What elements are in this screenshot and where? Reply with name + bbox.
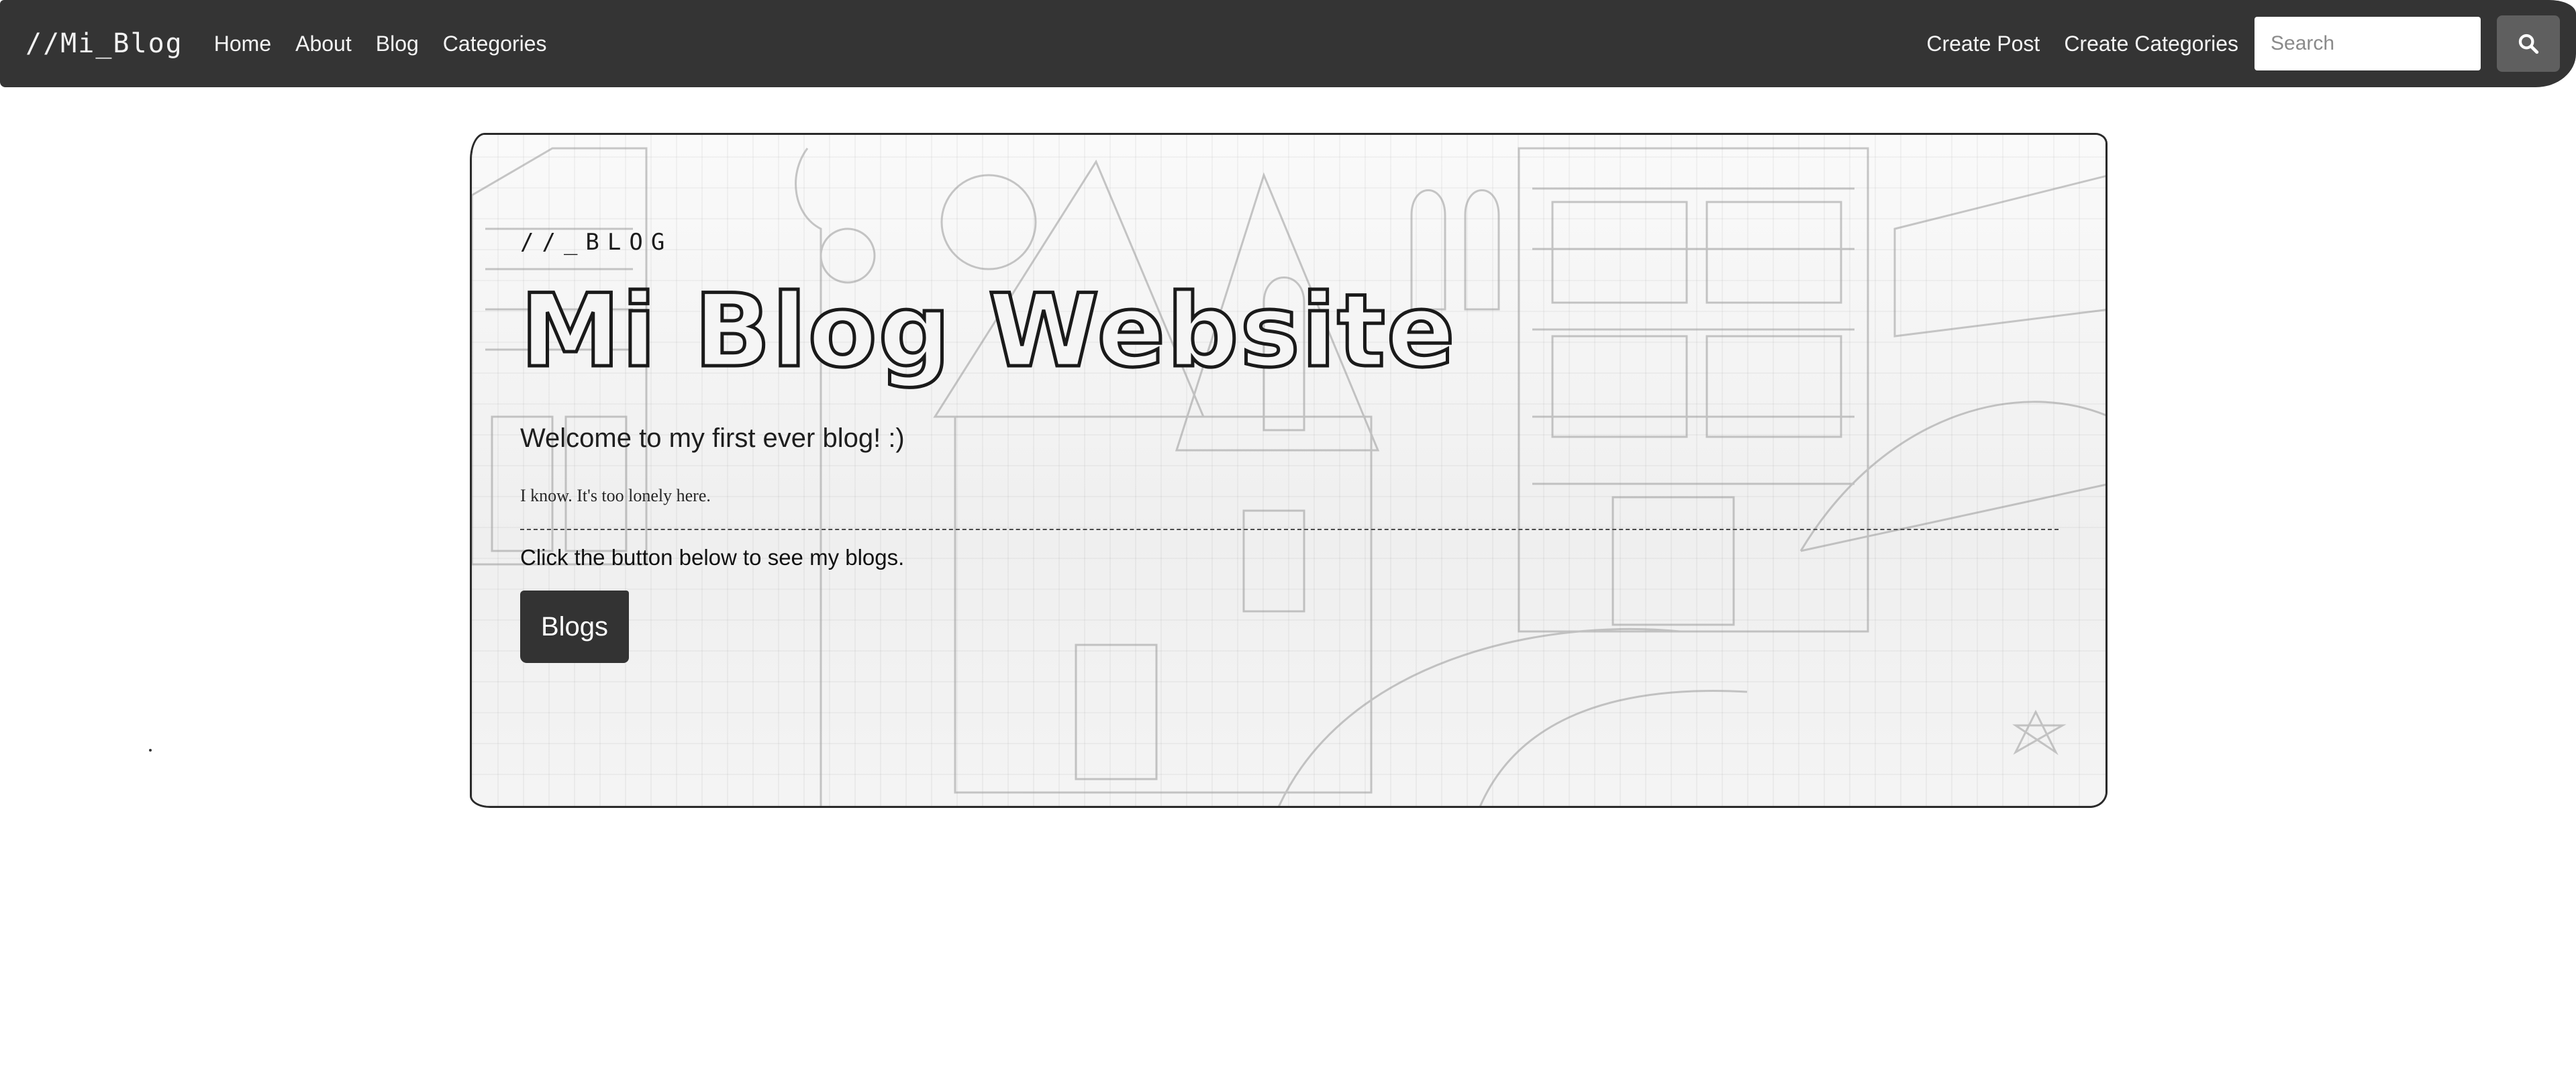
hero-cta-text: Click the button below to see my blogs. [520,545,905,570]
hero-content: //_BLOG Mi Blog Website Welcome to my fi… [519,229,2059,663]
nav-link-create-post[interactable]: Create Post [1926,32,2040,56]
search-button[interactable] [2497,15,2560,72]
nav-link-home[interactable]: Home [214,32,271,56]
hero-divider [520,529,2059,530]
hero-title: Mi Blog Website [519,273,1457,390]
hero-note-text: I know. It's too lonely here. [520,486,711,505]
nav-link-blog[interactable]: Blog [376,32,419,56]
search-icon [2518,34,2539,54]
hero-kicker: //_BLOG [520,229,673,256]
nav-link-create-categories[interactable]: Create Categories [2064,32,2238,56]
hero-lead-text: Welcome to my first ever blog! :) [520,423,905,453]
top-navbar: //Mi_Blog Home About Blog Categories Cre… [0,0,2576,87]
stray-dot [149,749,152,752]
nav-link-categories[interactable]: Categories [443,32,547,56]
hero-jumbotron: //_BLOG Mi Blog Website Welcome to my fi… [470,133,2108,808]
search-input[interactable] [2255,17,2481,70]
brand-logo[interactable]: //Mi_Blog [26,28,183,59]
nav-link-about[interactable]: About [295,32,352,56]
blogs-button[interactable]: Blogs [520,591,629,663]
